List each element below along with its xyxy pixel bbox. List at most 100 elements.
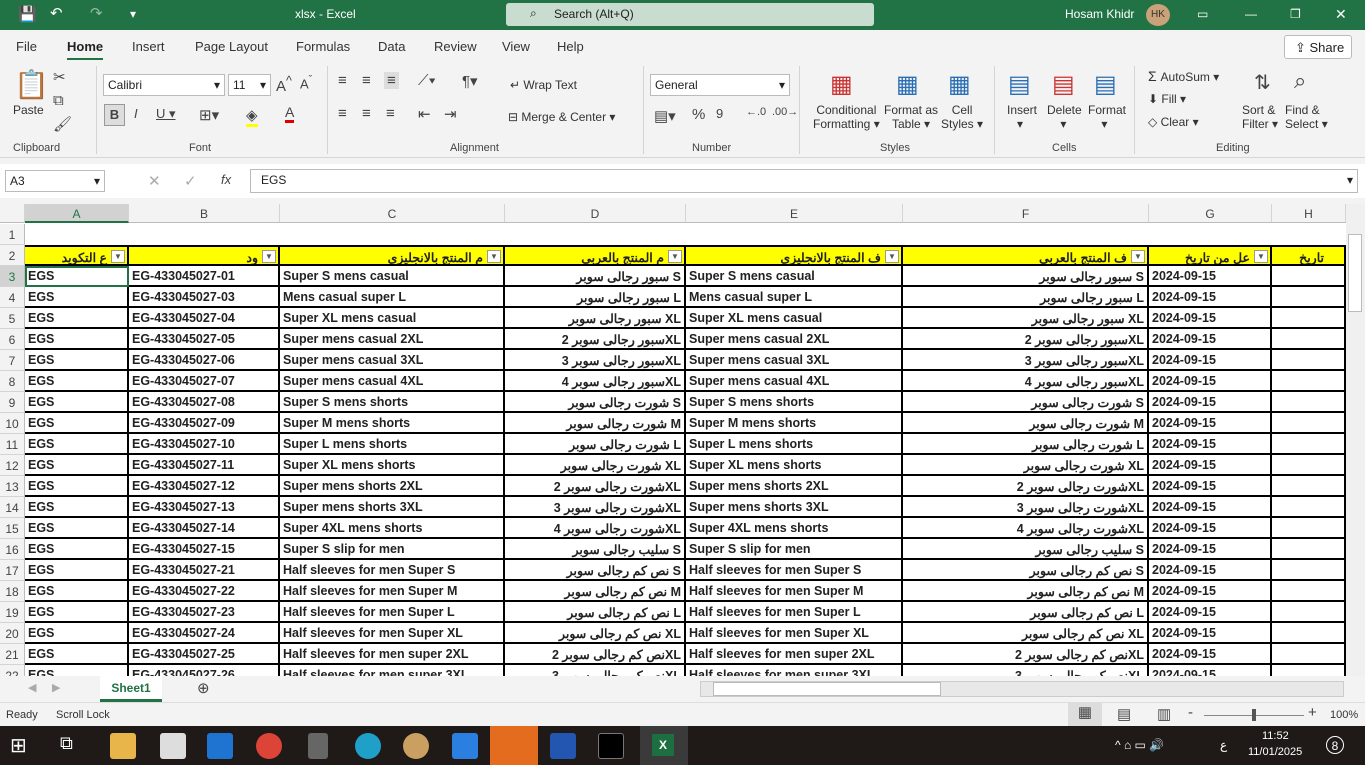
- scroll-thumb[interactable]: [713, 682, 941, 696]
- table-cell[interactable]: نص كم رجالى سوبر L: [903, 602, 1149, 623]
- row-header[interactable]: 4: [0, 287, 25, 308]
- redo-icon[interactable]: ↷: [90, 4, 103, 22]
- spreadsheet-grid[interactable]: A B C D E F G H 1 2 3 4 5 6 7 8 9 10 11 12 13 14 15 16 17 18 19 20 2…: [0, 204, 1346, 676]
- zoom-slider-thumb[interactable]: [1252, 709, 1256, 721]
- table-cell[interactable]: [1272, 371, 1346, 392]
- ribbon-display-icon[interactable]: ▭: [1197, 7, 1208, 21]
- table-cell[interactable]: نص كم رجالى سوبر 2XL: [903, 644, 1149, 665]
- table-cell[interactable]: نص كم رجالى سوبر M: [505, 581, 686, 602]
- conditional-formatting-icon[interactable]: ▦: [830, 70, 853, 99]
- table-cell[interactable]: 2024-09-15: [1149, 434, 1272, 455]
- table-cell[interactable]: نص كم رجالى سوبر 3XL: [505, 665, 686, 676]
- row-header[interactable]: 11: [0, 434, 25, 455]
- tab-insert[interactable]: Insert: [132, 39, 165, 54]
- table-cell[interactable]: EGS: [25, 455, 129, 476]
- column-header-C[interactable]: C: [280, 204, 505, 223]
- store-icon[interactable]: [160, 733, 186, 759]
- row-header[interactable]: 10: [0, 413, 25, 434]
- table-cell[interactable]: EG-433045027-12: [129, 476, 280, 497]
- table-cell[interactable]: EGS: [25, 287, 129, 308]
- column-header-G[interactable]: G: [1149, 204, 1272, 223]
- table-cell[interactable]: Super S slip for men: [686, 539, 903, 560]
- powershell-icon[interactable]: [550, 733, 576, 759]
- table-cell[interactable]: [1272, 560, 1346, 581]
- select-all-corner[interactable]: [0, 204, 25, 223]
- table-cell[interactable]: شورت رجالى سوبر XL: [505, 455, 686, 476]
- table-cell[interactable]: EGS: [25, 308, 129, 329]
- filter-dropdown-icon[interactable]: ▼: [885, 250, 899, 263]
- align-top-icon[interactable]: ≡: [338, 72, 347, 89]
- row-header[interactable]: 13: [0, 476, 25, 497]
- decrease-font-icon[interactable]: Aˇ: [300, 74, 312, 91]
- table-cell[interactable]: [1272, 392, 1346, 413]
- cancel-icon[interactable]: ✕: [148, 172, 161, 190]
- table-cell[interactable]: [1272, 287, 1346, 308]
- prev-sheet-icon[interactable]: ◀: [28, 681, 36, 694]
- table-cell[interactable]: EGS: [25, 350, 129, 371]
- row-header[interactable]: 1: [0, 224, 25, 245]
- align-bottom-icon[interactable]: ≡: [384, 72, 399, 89]
- orientation-icon[interactable]: ⟋▾: [418, 72, 436, 89]
- filter-dropdown-icon[interactable]: ▼: [487, 250, 501, 263]
- table-cell[interactable]: [1272, 644, 1346, 665]
- table-cell[interactable]: شورت رجالى سوبر 4XL: [505, 518, 686, 539]
- table-cell[interactable]: Half sleeves for men Super S: [686, 560, 903, 581]
- table-cell[interactable]: شورت رجالى سوبر 4XL: [903, 518, 1149, 539]
- table-cell[interactable]: EG-433045027-23: [129, 602, 280, 623]
- task-view-icon[interactable]: ⧉: [60, 733, 86, 759]
- table-cell[interactable]: EG-433045027-10: [129, 434, 280, 455]
- table-cell[interactable]: [1272, 518, 1346, 539]
- insert-button[interactable]: Insert ▾: [1007, 103, 1037, 131]
- table-cell[interactable]: EGS: [25, 665, 129, 676]
- table-cell[interactable]: 2024-09-15: [1149, 581, 1272, 602]
- filter-dropdown-icon[interactable]: ▼: [111, 250, 125, 263]
- table-cell[interactable]: سبور رجالى سوبر XL: [505, 308, 686, 329]
- table-cell[interactable]: نص كم رجالى سوبر S: [505, 560, 686, 581]
- table-cell[interactable]: [1272, 350, 1346, 371]
- increase-indent-icon[interactable]: ⇥: [444, 105, 457, 123]
- zoom-in-icon[interactable]: +: [1308, 704, 1317, 721]
- table-cell[interactable]: [1272, 455, 1346, 476]
- zoom-out-icon[interactable]: -: [1188, 704, 1193, 721]
- table-cell[interactable]: Half sleeves for men Super M: [280, 581, 505, 602]
- normal-view-icon[interactable]: ▦: [1068, 703, 1102, 726]
- scroll-thumb[interactable]: [1348, 234, 1362, 312]
- table-cell[interactable]: 2024-09-15: [1149, 644, 1272, 665]
- table-cell[interactable]: EGS: [25, 413, 129, 434]
- align-right-icon[interactable]: ≡: [386, 105, 395, 122]
- search-box[interactable]: ⌕ Search (Alt+Q): [506, 3, 874, 26]
- table-cell[interactable]: شورت رجالى سوبر L: [903, 434, 1149, 455]
- table-cell[interactable]: Super S mens shorts: [686, 392, 903, 413]
- table-cell[interactable]: EGS: [25, 644, 129, 665]
- conditional-formatting-button[interactable]: Conditional Formatting ▾: [813, 103, 880, 131]
- table-cell[interactable]: EGS: [25, 329, 129, 350]
- page-layout-view-icon[interactable]: ▤: [1117, 705, 1131, 723]
- text-direction-icon[interactable]: ¶▾: [462, 72, 478, 90]
- table-cell[interactable]: سبور رجالى سوبر XL: [903, 308, 1149, 329]
- row-header[interactable]: 15: [0, 518, 25, 539]
- table-cell[interactable]: Half sleeves for men super 3XL: [280, 665, 505, 676]
- minimize-icon[interactable]: —: [1245, 7, 1257, 21]
- table-cell[interactable]: 2024-09-15: [1149, 560, 1272, 581]
- table-cell[interactable]: [1272, 266, 1346, 287]
- table-cell[interactable]: سبور رجالى سوبر 4XL: [505, 371, 686, 392]
- table-cell[interactable]: EG-433045027-08: [129, 392, 280, 413]
- clear-button[interactable]: ◇ Clear ▾: [1148, 115, 1199, 129]
- row-header[interactable]: 2: [0, 245, 25, 266]
- bold-button[interactable]: B: [104, 104, 125, 126]
- filter-dropdown-icon[interactable]: ▼: [668, 250, 682, 263]
- row-header[interactable]: 18: [0, 581, 25, 602]
- increase-font-icon[interactable]: A^: [276, 74, 292, 95]
- table-cell[interactable]: نص كم رجالى سوبر 2XL: [505, 644, 686, 665]
- column-header-D[interactable]: D: [505, 204, 686, 223]
- table-cell[interactable]: [1272, 476, 1346, 497]
- table-cell[interactable]: 2024-09-15: [1149, 371, 1272, 392]
- table-cell[interactable]: EGS: [25, 476, 129, 497]
- table-cell[interactable]: EG-433045027-21: [129, 560, 280, 581]
- table-cell[interactable]: Super mens casual 3XL: [686, 350, 903, 371]
- formula-input[interactable]: EGS ▾: [250, 169, 1358, 193]
- table-cell[interactable]: 2024-09-15: [1149, 539, 1272, 560]
- table-cell[interactable]: Super 4XL mens shorts: [686, 518, 903, 539]
- table-cell[interactable]: نص كم رجالى سوبر L: [505, 602, 686, 623]
- table-cell[interactable]: Half sleeves for men Super XL: [280, 623, 505, 644]
